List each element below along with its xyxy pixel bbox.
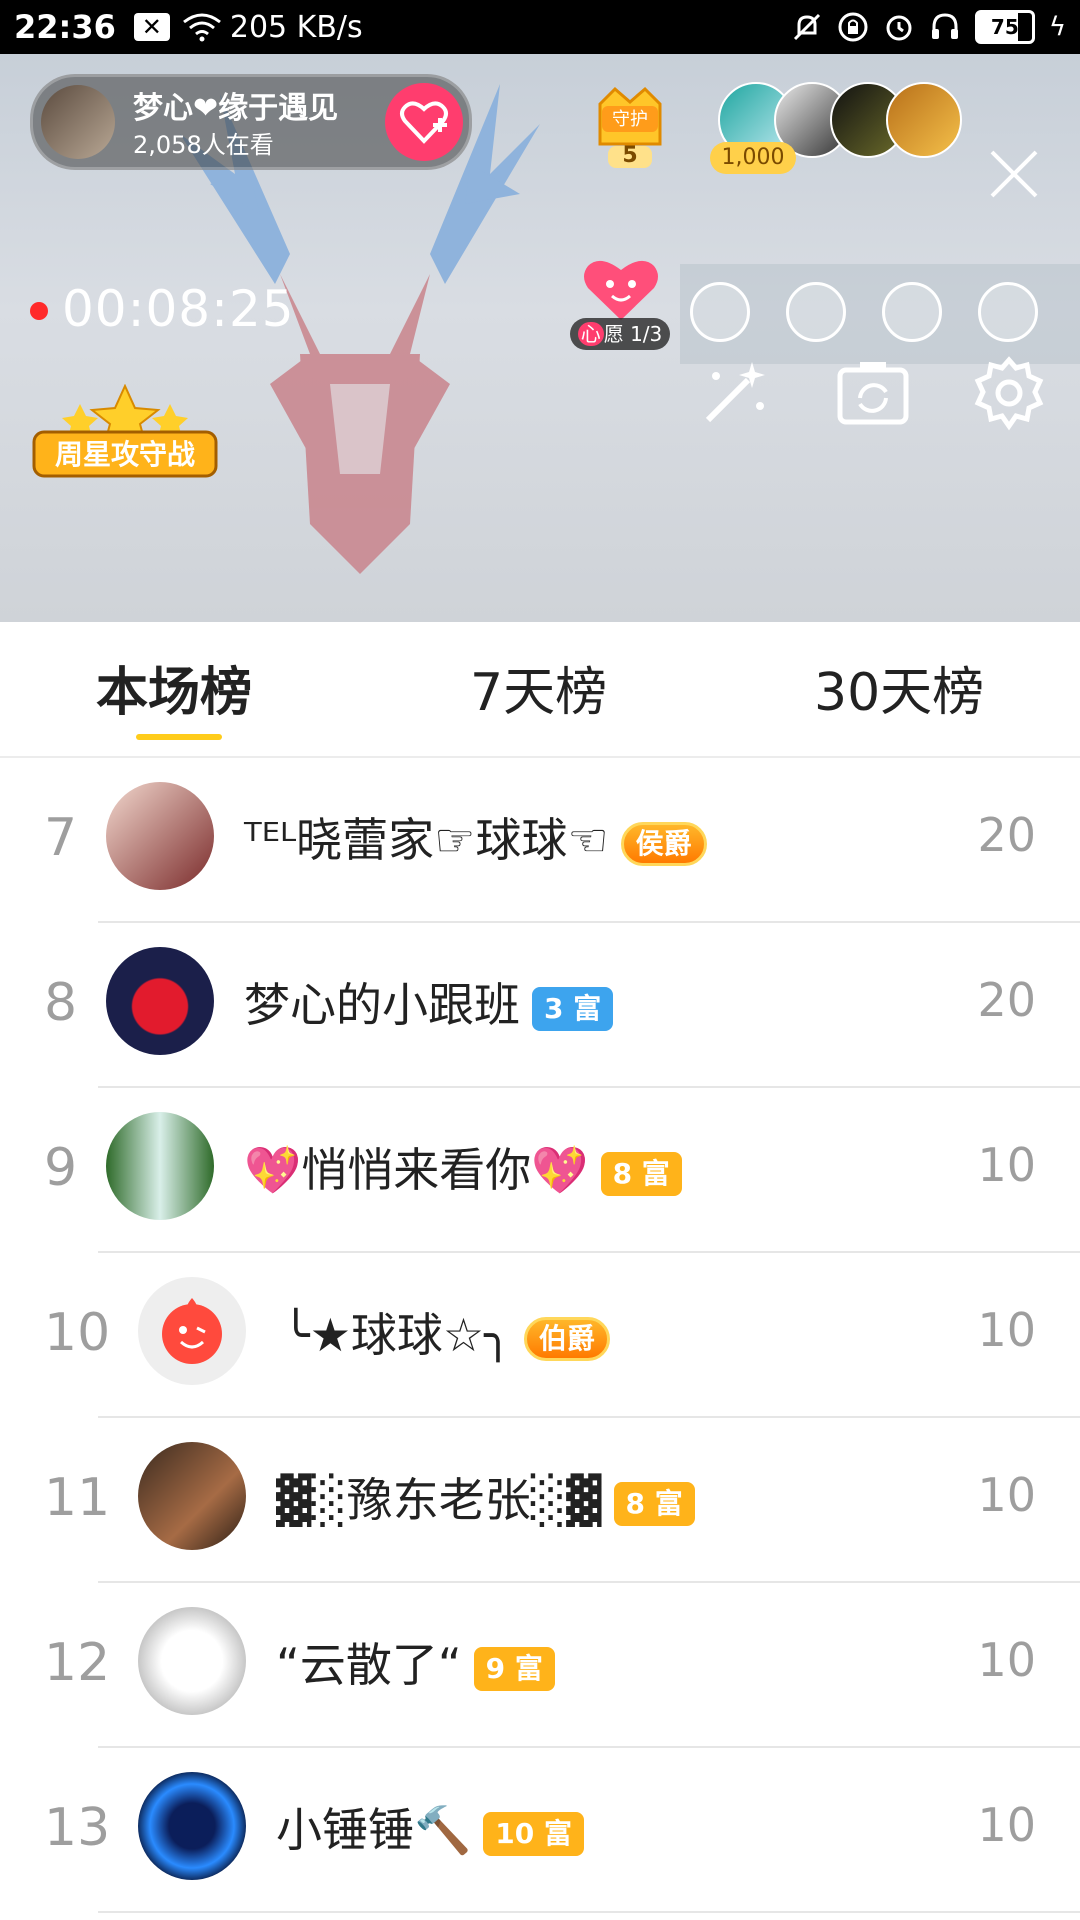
wish-heart-icon xyxy=(584,260,658,320)
avatar[interactable] xyxy=(138,1607,246,1715)
list-item[interactable]: 8 梦心的小跟班 3 富 20 xyxy=(0,923,1080,1088)
avatar[interactable] xyxy=(106,782,214,890)
username-text: 小锤锤🔨 xyxy=(276,1803,472,1857)
score: 10 xyxy=(977,1468,1036,1522)
top-viewer-avatar-4[interactable] xyxy=(886,82,962,158)
wealth-badge: 10 富 xyxy=(483,1811,584,1856)
username: 梦心的小跟班 3 富 xyxy=(244,969,614,1035)
viewer-count: 2,058人在看 xyxy=(133,131,274,159)
guard-badge[interactable]: 守护 5 xyxy=(580,74,680,174)
username: ╰★球球☆╮ 伯爵 xyxy=(282,1299,610,1365)
weekly-star-event-badge[interactable]: 周星攻守战 xyxy=(30,383,220,486)
charging-icon: ϟ xyxy=(1048,12,1066,42)
flip-camera-icon[interactable] xyxy=(834,354,912,432)
heart-plus-icon xyxy=(400,101,448,144)
ranking-list: 7 ᵀᴱᴸ晓蕾家☞球球☜ 侯爵 20 8 梦心的小跟班 3 富 20 9 💖悄悄来看… xyxy=(0,758,1080,1913)
status-bar: 22:36 ✕ 205 KB/s 75 ϟ xyxy=(0,0,1080,54)
score: 10 xyxy=(977,1303,1036,1357)
weekly-event-label: 周星攻守战 xyxy=(55,438,195,471)
lock-rotate-icon xyxy=(838,12,868,42)
username-text: 梦心的小跟班 xyxy=(244,978,520,1032)
list-item[interactable]: 7 ᵀᴱᴸ晓蕾家☞球球☜ 侯爵 20 xyxy=(0,758,1080,923)
noble-badge: 伯爵 xyxy=(523,1316,610,1361)
guard-label: 守护 xyxy=(612,109,648,130)
tab-this-session[interactable]: 本场榜 xyxy=(96,650,252,725)
username-text: ᵀᴱᴸ晓蕾家☞球球☜ xyxy=(244,813,609,867)
wealth-badge: 8 富 xyxy=(600,1151,682,1196)
rank-number: 10 xyxy=(44,1303,111,1363)
host-name: 梦心❤缘于遇见 xyxy=(133,91,339,126)
wifi-icon xyxy=(182,13,221,42)
list-item[interactable]: 11 ▓░豫东老张░▓ 8 富 10 xyxy=(0,1418,1080,1583)
score: 10 xyxy=(977,1633,1036,1687)
live-video[interactable]: 梦心❤缘于遇见 2,058人在看 守护 5 1,000 00:08:25 心 愿… xyxy=(0,54,1080,622)
list-item[interactable]: 13 小锤锤🔨 10 富 10 xyxy=(0,1748,1080,1913)
username-text: “云散了“ xyxy=(276,1638,462,1692)
avatar[interactable] xyxy=(106,1112,214,1220)
username: “云散了“ 9 富 xyxy=(276,1629,555,1695)
avatar[interactable] xyxy=(138,1772,246,1880)
rank-number: 11 xyxy=(44,1468,111,1528)
notification-x-icon: ✕ xyxy=(133,13,170,41)
host-info-pill[interactable]: 梦心❤缘于遇见 2,058人在看 xyxy=(30,74,472,170)
username-text: ▓░豫东老张░▓ xyxy=(276,1473,602,1527)
weekly-star-icon: 周星攻守战 xyxy=(32,383,218,478)
username: ▓░豫东老张░▓ 8 富 xyxy=(276,1464,695,1530)
live-duration: 00:08:25 xyxy=(62,280,295,338)
close-icon[interactable] xyxy=(988,148,1040,200)
empty-seat-icon[interactable] xyxy=(882,282,942,342)
battery-level: 75 xyxy=(990,15,1019,39)
host-avatar[interactable] xyxy=(41,85,115,159)
score: 20 xyxy=(977,973,1036,1027)
list-item[interactable]: 10 ╰★球球☆╮ 伯爵 10 xyxy=(0,1253,1080,1418)
wish-progress: 心愿 1/3 xyxy=(570,318,670,350)
username: 💖悄悄来看你💖 8 富 xyxy=(244,1134,682,1200)
wealth-badge: 8 富 xyxy=(613,1481,695,1526)
wish-badge[interactable]: 心愿 1/3 xyxy=(570,254,670,350)
seat-bar xyxy=(680,264,1080,364)
mute-icon xyxy=(793,13,820,41)
wealth-badge: 9 富 xyxy=(473,1646,555,1691)
headset-icon xyxy=(931,13,958,39)
wealth-badge: 3 富 xyxy=(532,986,614,1031)
username-text: ╰★球球☆╮ xyxy=(282,1308,512,1362)
live-indicator xyxy=(30,302,48,320)
avatar[interactable] xyxy=(138,1442,246,1550)
rank-number: 13 xyxy=(44,1798,111,1858)
tab-30-days[interactable]: 30天榜 xyxy=(814,650,984,725)
status-time: 22:36 xyxy=(14,8,116,46)
leaderboard-tabs: 本场榜 7天榜 30天榜 xyxy=(0,622,1080,758)
wish-text: 愿 1/3 xyxy=(603,322,663,346)
rank-number: 12 xyxy=(44,1633,111,1693)
tab-7-days[interactable]: 7天榜 xyxy=(470,650,607,725)
follow-button[interactable] xyxy=(385,83,463,161)
empty-seat-icon[interactable] xyxy=(786,282,846,342)
empty-seat-icon[interactable] xyxy=(978,282,1038,342)
coin-count: 1,000 xyxy=(710,142,796,174)
default-avatar-icon xyxy=(162,1298,222,1364)
active-tab-indicator xyxy=(136,734,222,740)
settings-gear-icon[interactable] xyxy=(970,354,1048,432)
score: 20 xyxy=(977,808,1036,862)
list-item[interactable]: 9 💖悄悄来看你💖 8 富 10 xyxy=(0,1088,1080,1253)
score: 10 xyxy=(977,1138,1036,1192)
username: 小锤锤🔨 10 富 xyxy=(276,1794,584,1860)
list-item[interactable]: 12 “云散了“ 9 富 10 xyxy=(0,1583,1080,1748)
guard-count: 5 xyxy=(622,143,638,168)
score: 10 xyxy=(977,1798,1036,1852)
network-speed: 205 KB/s xyxy=(229,9,363,45)
battery-icon: 75 xyxy=(974,10,1035,44)
alarm-icon xyxy=(886,15,912,41)
username-text: 💖悄悄来看你💖 xyxy=(244,1143,589,1197)
avatar[interactable] xyxy=(138,1277,246,1385)
username: ᵀᴱᴸ晓蕾家☞球球☜ 侯爵 xyxy=(244,804,707,870)
avatar[interactable] xyxy=(106,947,214,1055)
wish-label: 心 xyxy=(577,322,604,346)
beauty-wand-icon[interactable] xyxy=(696,354,774,432)
empty-seat-icon[interactable] xyxy=(690,282,750,342)
noble-badge: 侯爵 xyxy=(620,821,707,866)
